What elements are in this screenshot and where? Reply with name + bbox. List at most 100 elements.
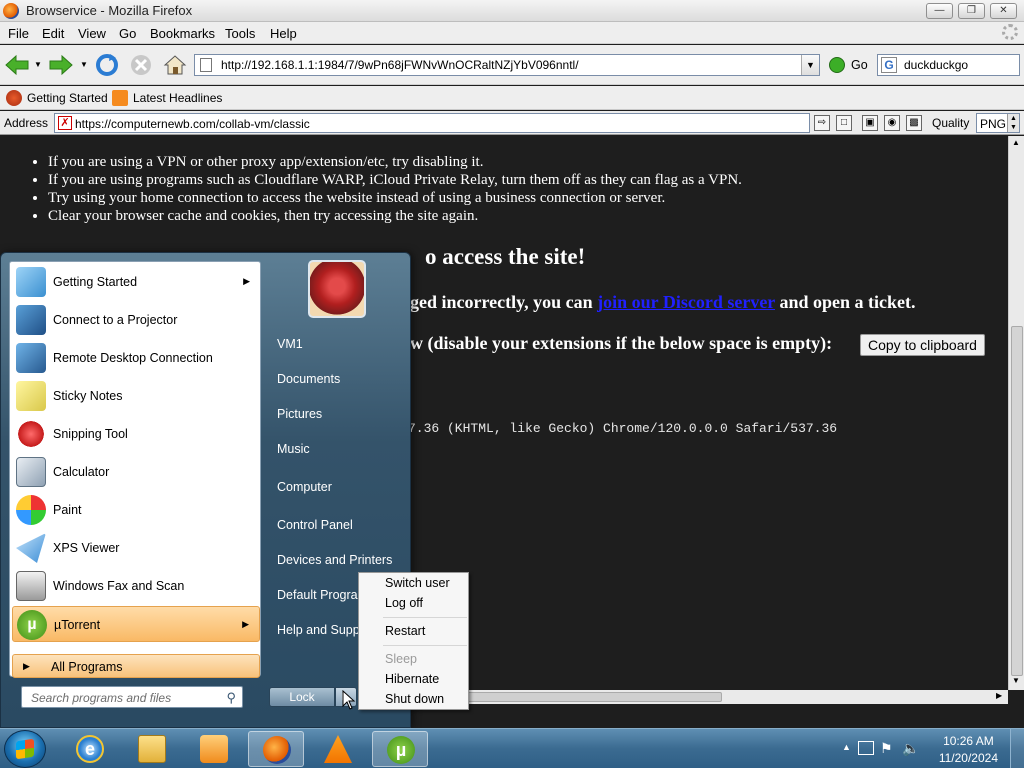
link-help-support[interactable]: Help and Support <box>277 623 359 637</box>
search-icon[interactable]: ⚲ <box>226 690 236 706</box>
url-history-dropdown[interactable]: ▼ <box>801 55 819 75</box>
show-desktop-button[interactable] <box>1010 729 1024 768</box>
restore-button[interactable]: ❐ <box>958 3 985 19</box>
taskbar-media-player[interactable] <box>186 731 242 767</box>
all-programs-button[interactable]: ▶ All Programs <box>12 654 260 678</box>
taskbar-firefox[interactable] <box>248 731 304 767</box>
link-computer[interactable]: Computer <box>277 480 332 494</box>
program-label: µTorrent <box>54 618 101 632</box>
clipboard-icon[interactable]: ▩ <box>906 115 922 131</box>
scroll-up-arrow[interactable]: ▲ <box>1012 138 1020 147</box>
clock[interactable]: 10:26 AM 11/20/2024 <box>939 733 998 767</box>
menu-edit[interactable]: Edit <box>42 26 64 41</box>
menu-help[interactable]: Help <box>270 26 297 41</box>
link-documents[interactable]: Documents <box>277 372 340 386</box>
bookmark-latest-headlines[interactable]: Latest Headlines <box>133 91 222 105</box>
go-icon[interactable] <box>829 57 845 73</box>
support-text-end: and open a ticket. <box>779 292 916 312</box>
menu-tools[interactable]: Tools <box>225 26 255 41</box>
menu-bookmarks[interactable]: Bookmarks <box>150 26 215 41</box>
copy-to-clipboard-button[interactable]: Copy to clipboard <box>860 334 985 356</box>
find-binoculars-icon[interactable]: ◉ <box>884 115 900 131</box>
program-getting-started[interactable]: Getting Started ▶ <box>12 264 260 300</box>
home-button[interactable] <box>162 52 188 78</box>
program-xps-viewer[interactable]: XPS Viewer <box>12 530 260 566</box>
bookmark-icon[interactable]: □ <box>836 115 852 131</box>
vertical-scrollbar[interactable]: ▲ ▼ <box>1008 136 1024 690</box>
user-avatar[interactable] <box>308 260 366 318</box>
scroll-down-arrow[interactable]: ▼ <box>1012 676 1020 685</box>
start-menu-programs-pane: Getting Started ▶ Connect to a Projector… <box>9 261 261 678</box>
back-arrow-icon <box>5 54 29 76</box>
search-engine-icon[interactable]: G <box>881 57 897 73</box>
paint-palette-icon <box>16 495 46 525</box>
menu-separator <box>383 645 467 646</box>
window-titlebar[interactable]: Browservice - Mozilla Firefox — ❐ ✕ <box>0 0 1024 22</box>
submenu-arrow-icon: ▶ <box>242 619 249 629</box>
close-button[interactable]: ✕ <box>990 3 1017 19</box>
vertical-scroll-thumb[interactable] <box>1011 326 1023 676</box>
menu-file[interactable]: File <box>8 26 29 41</box>
forward-button[interactable] <box>48 52 74 78</box>
navigate-go-icon[interactable]: ⇨ <box>814 115 830 131</box>
back-button[interactable] <box>4 52 30 78</box>
list-item: Try using your home connection to access… <box>48 189 742 207</box>
menu-item-switch-user[interactable]: Switch user <box>385 576 450 590</box>
link-user-folder[interactable]: VM1 <box>277 337 303 351</box>
start-search-input[interactable]: Search programs and files ⚲ <box>21 686 243 708</box>
go-button[interactable]: Go <box>851 58 868 72</box>
url-text[interactable]: http://192.168.1.1:1984/7/9wPn68jFWNvWnO… <box>221 58 579 72</box>
network-icon[interactable] <box>858 741 874 755</box>
taskbar-vlc[interactable] <box>310 731 366 767</box>
minimize-button[interactable]: — <box>926 3 953 19</box>
quality-spinner[interactable]: ▲ ▼ <box>1007 114 1019 132</box>
address-text[interactable]: https://computernewb.com/collab-vm/class… <box>75 117 310 131</box>
link-default-programs[interactable]: Default Programs <box>277 588 359 602</box>
program-utorrent[interactable]: µ µTorrent ▶ <box>12 606 260 642</box>
program-fax-scan[interactable]: Windows Fax and Scan <box>12 568 260 604</box>
search-input[interactable]: duckduckgo <box>904 58 968 72</box>
menu-item-log-off[interactable]: Log off <box>385 596 423 610</box>
menu-item-restart[interactable]: Restart <box>385 624 425 638</box>
program-paint[interactable]: Paint <box>12 492 260 528</box>
address-field[interactable]: ✗ https://computernewb.com/collab-vm/cla… <box>54 113 810 133</box>
save-icon[interactable]: ▣ <box>862 115 878 131</box>
horizontal-scrollbar[interactable]: ▶ <box>410 690 1008 704</box>
menu-view[interactable]: View <box>78 26 106 41</box>
menu-item-shut-down[interactable]: Shut down <box>385 692 444 706</box>
program-sticky-notes[interactable]: Sticky Notes <box>12 378 260 414</box>
firefox-icon <box>263 736 291 764</box>
address-label: Address <box>4 116 49 130</box>
lock-button[interactable]: Lock <box>269 687 335 707</box>
link-pictures[interactable]: Pictures <box>277 407 322 421</box>
taskbar-internet-explorer[interactable]: e <box>62 731 118 767</box>
action-center-flag-icon[interactable]: ⚑ <box>880 740 893 757</box>
scroll-right-arrow[interactable]: ▶ <box>996 691 1002 700</box>
link-control-panel[interactable]: Control Panel <box>277 518 353 532</box>
program-calculator[interactable]: Calculator <box>12 454 260 490</box>
stop-button[interactable] <box>128 52 154 78</box>
forward-history-dropdown[interactable]: ▼ <box>80 60 88 69</box>
taskbar-utorrent[interactable]: µ <box>372 731 428 767</box>
start-button[interactable] <box>4 730 46 768</box>
vlc-cone-icon <box>324 735 352 763</box>
utorrent-icon: µ <box>387 736 415 764</box>
discord-link[interactable]: join our Discord server <box>597 292 775 312</box>
reload-button[interactable] <box>94 52 120 78</box>
menu-item-hibernate[interactable]: Hibernate <box>385 672 439 686</box>
program-snipping-tool[interactable]: Snipping Tool <box>12 416 260 452</box>
taskbar-windows-explorer[interactable] <box>124 731 180 767</box>
volume-icon[interactable]: 🔈 <box>902 740 919 757</box>
back-history-dropdown[interactable]: ▼ <box>34 60 42 69</box>
bookmark-getting-started[interactable]: Getting Started <box>27 91 108 105</box>
program-connect-projector[interactable]: Connect to a Projector <box>12 302 260 338</box>
program-label: Sticky Notes <box>53 389 123 403</box>
show-hidden-icons-arrow[interactable]: ▲ <box>842 742 851 752</box>
search-bar[interactable]: G duckduckgo <box>877 54 1020 76</box>
quality-select[interactable]: PNG ▲ ▼ <box>976 113 1020 133</box>
url-bar[interactable]: http://192.168.1.1:1984/7/9wPn68jFWNvWnO… <box>194 54 820 76</box>
link-music[interactable]: Music <box>277 442 310 456</box>
menu-go[interactable]: Go <box>119 26 136 41</box>
link-devices-printers[interactable]: Devices and Printers <box>277 553 392 567</box>
program-remote-desktop[interactable]: Remote Desktop Connection <box>12 340 260 376</box>
